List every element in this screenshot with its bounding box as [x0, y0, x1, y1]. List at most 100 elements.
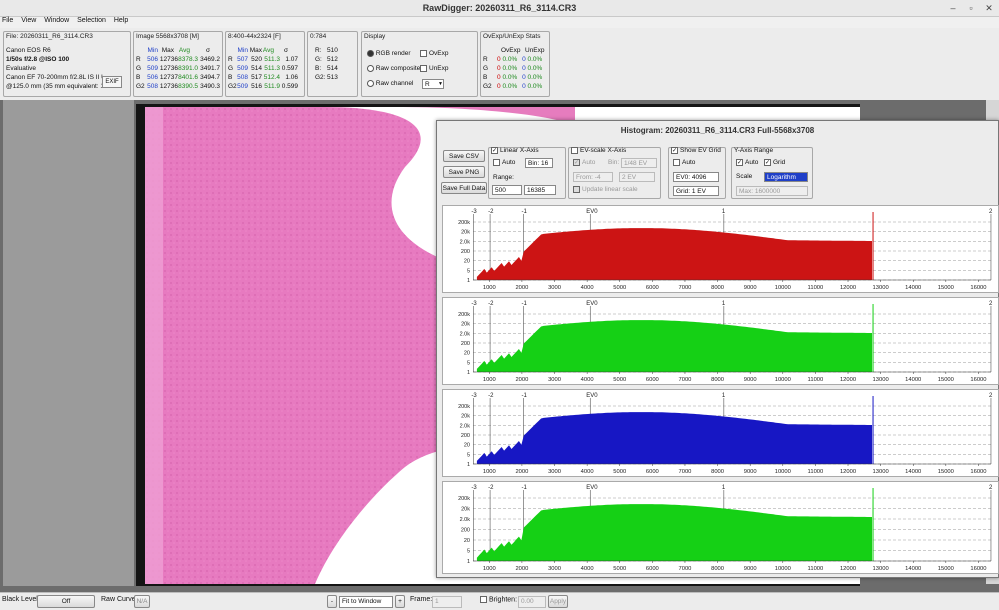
histogram-area	[476, 222, 873, 280]
menu-help[interactable]: Help	[114, 17, 128, 24]
ev-to-field[interactable]: 2 EV	[619, 172, 655, 182]
selection-panel-title: 8:400-44x2324 [F]	[228, 33, 281, 40]
histogram-plot-red[interactable]: 200k 20k 2.0k 200 20 5 1 -3 -2 -1 EV0 1 2 1000 2000 300…	[442, 205, 999, 293]
raw-channel-label: Raw channel	[375, 80, 414, 88]
save-csv-button[interactable]: Save CSV	[443, 150, 485, 162]
ev-auto-checkbox[interactable]: ✓ Auto	[573, 159, 595, 166]
x-tick-label: 9000	[744, 285, 757, 291]
x-tick-label: 6000	[646, 285, 659, 291]
stat-max: 520	[251, 56, 262, 63]
ovexp-checkbox[interactable]: OvExp	[420, 50, 449, 57]
ev-label: -3	[471, 209, 477, 215]
ev-label: -2	[488, 393, 494, 399]
unexp-checkbox[interactable]: UnExp	[420, 65, 449, 72]
update-linear-checkbox[interactable]: Update linear scale	[573, 186, 638, 193]
ovexp-percent: 0.0%	[502, 56, 518, 63]
zoom-out-button[interactable]: -	[327, 595, 337, 608]
minimize-icon[interactable]: –	[946, 3, 960, 13]
stat-sigma: 0.599	[281, 83, 298, 90]
ev-label: -3	[471, 393, 477, 399]
y-tick-label: 200	[461, 341, 470, 347]
linear-x-axis-group: ✓ Linear X-Axis Auto Bin: 16 Range: 500 1…	[488, 147, 566, 199]
zoom-in-button[interactable]: +	[395, 595, 405, 608]
camera-model: Canon EOS R6	[6, 47, 51, 54]
y-tick-label: 200k	[458, 312, 470, 318]
histogram-plot-green[interactable]: 200k 20k 2.0k 200 20 5 1 -3 -2 -1 EV0 1 2 1000 2000 300…	[442, 297, 999, 385]
stat-avg: 511.3	[264, 65, 280, 72]
unexp-count: 0	[522, 83, 526, 90]
brighten-field[interactable]: 0.00	[518, 596, 546, 608]
ev-bin-select[interactable]: 1/48 EV	[621, 158, 657, 168]
rgb-render-radio[interactable]: RGB render	[367, 50, 411, 57]
ev-scale-label: EV-scale X-Axis	[580, 147, 627, 155]
status-bar: Black Level: Off Raw Curve: N/A - Fit to…	[0, 592, 999, 610]
channel-label: B:	[315, 65, 322, 72]
restore-icon[interactable]: ▫	[964, 3, 978, 13]
linear-auto-checkbox[interactable]: Auto	[493, 159, 515, 166]
x-tick-label: 11000	[808, 469, 824, 475]
ovexp-label: OvExp	[429, 50, 449, 58]
save-full-data-button[interactable]: Save Full Data	[441, 182, 487, 194]
frame-select[interactable]: 1	[432, 596, 462, 608]
menu-selection[interactable]: Selection	[77, 17, 106, 24]
apply-button[interactable]: Apply	[548, 595, 568, 608]
raw-composite-radio[interactable]: Raw composite	[367, 65, 420, 72]
ev-grid-auto-checkbox[interactable]: Auto	[673, 159, 695, 166]
scale-select[interactable]: Logarithm	[764, 172, 808, 182]
show-ev-grid-label: Show EV Grid	[680, 147, 721, 155]
linear-x-axis-checkbox[interactable]: ✓ Linear X-Axis	[491, 147, 539, 154]
ev-scale-checkbox[interactable]: EV-scale X-Axis	[571, 147, 626, 154]
window-title: RawDigger: 20260311_R6_3114.CR3	[422, 3, 577, 13]
channel-label: G2:	[315, 74, 326, 81]
stat-avg: 8390.5	[178, 83, 198, 90]
y-tick-label: 200	[461, 249, 470, 255]
histogram-title: Histogram: 20260311_R6_3114.CR3 Full-556…	[620, 126, 815, 135]
menu-view[interactable]: View	[21, 17, 36, 24]
pixel-row: G: 512	[315, 56, 338, 63]
histogram-plot-green2[interactable]: 200k 20k 2.0k 200 20 5 1 -3 -2 -1 EV0 1 2 1000 2000 300…	[442, 481, 999, 574]
save-png-button[interactable]: Save PNG	[443, 166, 485, 178]
histogram-plot-blue[interactable]: 200k 20k 2.0k 200 20 5 1 -3 -2 -1 EV0 1 2 1000 2000 300…	[442, 389, 999, 477]
black-level-button[interactable]: Off	[37, 595, 95, 608]
y-tick-label: 5	[467, 360, 470, 366]
y-max-field[interactable]: Max: 1600000	[736, 186, 808, 196]
raw-curve-button[interactable]: N/A	[134, 595, 150, 608]
stat-avg: 8401.6	[178, 74, 198, 81]
zoom-select[interactable]: Fit to Window	[339, 596, 393, 608]
close-icon[interactable]: ✕	[982, 3, 996, 14]
x-tick-label: 6000	[646, 469, 659, 475]
ev0-field[interactable]: EV0: 4096	[673, 172, 719, 182]
ev-grid-auto-label: Auto	[682, 159, 696, 167]
y-tick-label: 20k	[461, 414, 470, 420]
menu-file[interactable]: File	[2, 17, 13, 24]
ev-from-field[interactable]: From: -4	[573, 172, 613, 182]
raw-channel-select[interactable]: R ▼	[422, 79, 444, 89]
brighten-checkbox[interactable]: Brighten:	[480, 596, 517, 603]
brighten-label: Brighten:	[489, 596, 518, 604]
y-grid-checkbox[interactable]: ✓ Grid	[764, 159, 785, 166]
y-auto-checkbox[interactable]: ✓ Auto	[736, 159, 758, 166]
ev0-value: EV0: 4096	[676, 174, 707, 181]
x-tick-label: 1000	[483, 469, 496, 475]
range-from-field[interactable]: 500	[492, 185, 522, 195]
ev-label: EV0	[586, 301, 598, 307]
image-stats-row: B 506 127378401.6 3494.7	[136, 74, 220, 81]
stat-min: 508	[237, 74, 248, 81]
linear-bin-field[interactable]: Bin: 16	[525, 158, 553, 168]
x-tick-label: 16000	[970, 377, 986, 383]
range-to-field[interactable]: 16385	[524, 185, 556, 195]
grid-step-select[interactable]: Grid: 1 EV	[673, 186, 719, 196]
show-ev-grid-checkbox[interactable]: ✓ Show EV Grid	[671, 147, 721, 154]
col-avg: Avg	[178, 47, 190, 54]
exif-button[interactable]: EXIF	[102, 76, 122, 88]
menu-window[interactable]: Window	[44, 17, 69, 24]
y-axis-range-title: Y-Axis Range	[734, 147, 774, 154]
histogram-svg-green: 200k 20k 2.0k 200 20 5 1 -3 -2 -1 EV0 1 2 1000 2000 300…	[458, 301, 993, 383]
raw-channel-radio[interactable]: Raw channel	[367, 80, 413, 87]
x-tick-label: 5000	[613, 285, 626, 291]
image-stats-row: G2 508 127368390.5 3490.3	[136, 83, 220, 90]
ev-bin-label: Bin:	[608, 159, 620, 166]
ev-scale-group: EV-scale X-Axis ✓ Auto Bin: 1/48 EV From:…	[568, 147, 661, 199]
x-tick-label: 14000	[905, 469, 921, 475]
stat-sigma: 3490.3	[200, 83, 220, 90]
